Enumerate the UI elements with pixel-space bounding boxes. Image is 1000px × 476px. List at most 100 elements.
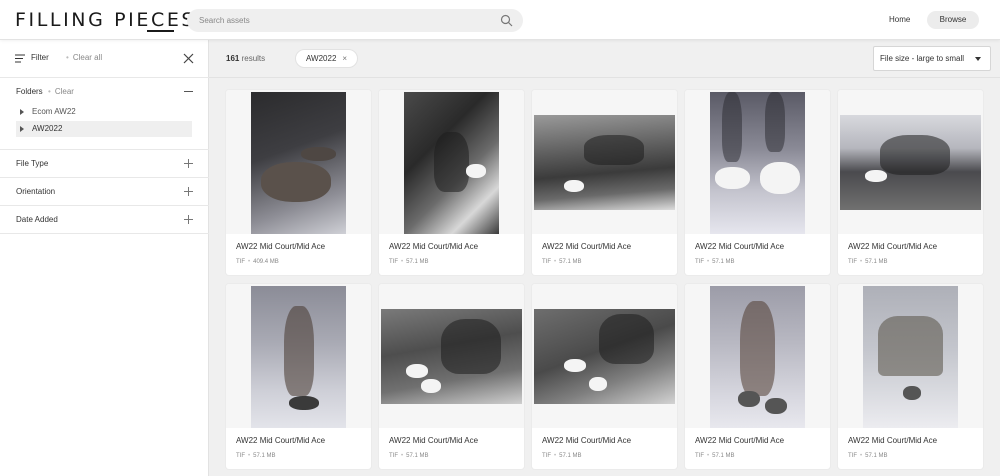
figure-shape xyxy=(599,314,654,364)
asset-image xyxy=(710,286,805,428)
search-bar[interactable] xyxy=(187,9,523,32)
figure-shape xyxy=(880,135,950,175)
asset-thumbnail[interactable] xyxy=(532,90,677,234)
tag-label: AW2022 xyxy=(306,54,337,63)
figure-shape xyxy=(740,301,775,396)
separator-dot: • xyxy=(48,87,51,96)
active-filter-tag[interactable]: AW2022 × xyxy=(295,49,359,68)
separator-dot: • xyxy=(248,453,251,459)
plus-icon[interactable] xyxy=(184,159,193,168)
figure-shape xyxy=(434,132,469,192)
asset-card[interactable]: AW22 Mid Court/Mid Ace TIF • 57.1 MB xyxy=(838,90,983,275)
filter-title: Filter xyxy=(31,53,49,62)
brand-logo[interactable]: FILLING PIECES xyxy=(15,9,196,31)
asset-thumbnail[interactable] xyxy=(226,284,371,428)
folder-label: AW2022 xyxy=(32,124,63,133)
results-count: 161 results xyxy=(226,54,265,63)
asset-thumbnail[interactable] xyxy=(685,284,830,428)
folders-title[interactable]: Folders xyxy=(16,87,43,96)
asset-meta: TIF • 57.1 MB xyxy=(848,259,887,265)
asset-thumbnail[interactable] xyxy=(226,90,371,234)
asset-thumbnail[interactable] xyxy=(685,90,830,234)
orientation-section[interactable]: Orientation xyxy=(0,178,209,206)
folder-item-ecom-aw22[interactable]: Ecom AW22 xyxy=(16,104,192,120)
nav-browse-button[interactable]: Browse xyxy=(927,11,979,29)
separator-dot: • xyxy=(707,259,710,265)
asset-meta: TIF • 57.1 MB xyxy=(695,453,734,459)
separator-dot: • xyxy=(66,53,69,62)
separator-dot: • xyxy=(554,453,557,459)
x-icon[interactable]: × xyxy=(342,54,347,63)
folders-clear-link[interactable]: • Clear xyxy=(48,87,74,96)
asset-size: 57.1 MB xyxy=(406,259,429,265)
asset-size: 57.1 MB xyxy=(865,259,888,265)
caret-right-icon[interactable] xyxy=(20,109,24,115)
asset-meta: TIF • 57.1 MB xyxy=(389,453,428,459)
asset-card[interactable]: AW22 Mid Court/Mid Ace TIF • 57.1 MB xyxy=(532,284,677,469)
asset-meta: TIF • 409.4 MB xyxy=(236,259,279,265)
sneaker-shape xyxy=(564,359,586,372)
search-icon[interactable] xyxy=(500,14,513,27)
search-input[interactable] xyxy=(199,13,489,28)
asset-type: TIF xyxy=(542,453,551,459)
asset-type: TIF xyxy=(848,259,857,265)
folder-label: Ecom AW22 xyxy=(32,107,76,116)
minus-icon[interactable] xyxy=(184,87,193,96)
separator-dot: • xyxy=(401,453,404,459)
logo-underline xyxy=(147,30,174,32)
asset-card[interactable]: AW22 Mid Court/Mid Ace TIF • 57.1 MB xyxy=(685,284,830,469)
asset-image xyxy=(840,115,981,210)
asset-thumbnail[interactable] xyxy=(532,284,677,428)
asset-meta: TIF • 57.1 MB xyxy=(848,453,887,459)
results-count-label: results xyxy=(241,54,266,63)
asset-card[interactable]: AW22 Mid Court/Mid Ace TIF • 57.1 MB xyxy=(379,90,524,275)
asset-card[interactable]: AW22 Mid Court/Mid Ace TIF • 57.1 MB xyxy=(226,284,371,469)
asset-card[interactable]: AW22 Mid Court/Mid Ace TIF • 57.1 MB xyxy=(838,284,983,469)
sneaker-shape xyxy=(564,180,584,192)
date-added-section[interactable]: Date Added xyxy=(0,206,209,234)
asset-title: AW22 Mid Court/Mid Ace xyxy=(542,242,632,251)
asset-title: AW22 Mid Court/Mid Ace xyxy=(236,242,326,251)
asset-card[interactable]: AW22 Mid Court/Mid Ace TIF • 57.1 MB xyxy=(379,284,524,469)
results-count-number: 161 xyxy=(226,54,240,63)
folders-clear-label: Clear xyxy=(54,87,74,96)
plus-icon[interactable] xyxy=(184,215,193,224)
asset-size: 57.1 MB xyxy=(253,453,276,459)
asset-image xyxy=(251,286,346,428)
folder-item-aw2022[interactable]: AW2022 xyxy=(16,121,192,137)
asset-card[interactable]: AW22 Mid Court/Mid Ace TIF • 409.4 MB xyxy=(226,90,371,275)
separator-dot: • xyxy=(554,259,557,265)
asset-size: 57.1 MB xyxy=(712,453,735,459)
close-icon[interactable] xyxy=(183,53,194,64)
asset-card[interactable]: AW22 Mid Court/Mid Ace TIF • 57.1 MB xyxy=(532,90,677,275)
asset-title: AW22 Mid Court/Mid Ace xyxy=(848,436,938,445)
folders-title-label: Folders xyxy=(16,87,43,96)
asset-thumbnail[interactable] xyxy=(838,284,983,428)
orientation-title: Orientation xyxy=(16,187,56,196)
sneaker-shape xyxy=(738,391,760,407)
sort-select[interactable]: File size - large to small xyxy=(873,46,991,71)
figure-shape xyxy=(878,316,943,376)
asset-title: AW22 Mid Court/Mid Ace xyxy=(542,436,632,445)
caret-right-icon[interactable] xyxy=(20,126,24,132)
filter-lines-icon xyxy=(15,54,25,63)
asset-thumbnail[interactable] xyxy=(379,90,524,234)
sneaker-shape xyxy=(406,364,428,378)
sneaker-shape xyxy=(421,379,441,393)
filter-header: Filter • Clear all xyxy=(0,40,209,78)
sneaker-shape xyxy=(715,167,750,189)
plus-icon[interactable] xyxy=(184,187,193,196)
folders-section: Folders • Clear Ecom AW22 AW2022 xyxy=(0,78,209,150)
asset-meta: TIF • 57.1 MB xyxy=(695,259,734,265)
clear-all-link[interactable]: • Clear all xyxy=(66,53,102,62)
sneaker-shape xyxy=(261,162,331,202)
asset-thumbnail[interactable] xyxy=(838,90,983,234)
nav-home-link[interactable]: Home xyxy=(879,11,920,29)
asset-size: 57.1 MB xyxy=(559,259,582,265)
sort-label: File size - large to small xyxy=(880,54,965,63)
asset-thumbnail[interactable] xyxy=(379,284,524,428)
asset-card[interactable]: AW22 Mid Court/Mid Ace TIF • 57.1 MB xyxy=(685,90,830,275)
file-type-section[interactable]: File Type xyxy=(0,150,209,178)
asset-image xyxy=(534,115,675,210)
asset-size: 409.4 MB xyxy=(253,259,279,265)
